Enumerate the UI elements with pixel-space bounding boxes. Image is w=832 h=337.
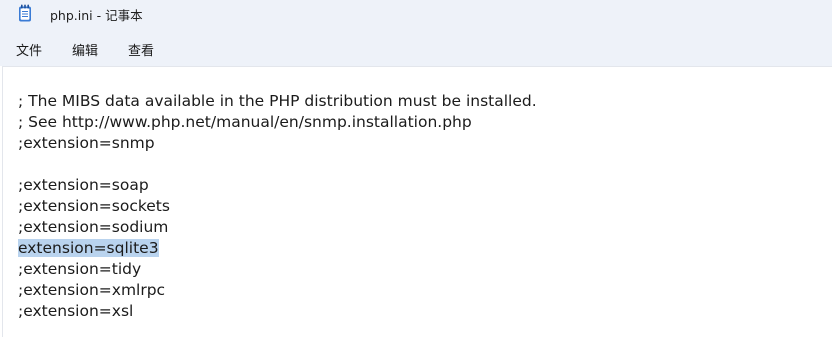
editor-line: ;extension=tidy — [18, 259, 537, 280]
menu-file[interactable]: 文件 — [16, 40, 42, 59]
line-text: ;extension=tidy — [18, 260, 142, 278]
menu-view[interactable]: 查看 — [128, 40, 154, 59]
line-text: ;extension=snmp — [18, 134, 155, 152]
editor-line — [18, 154, 537, 175]
menu-bar: 文件 编辑 查看 — [0, 28, 832, 66]
line-text: ;extension=sockets — [18, 197, 170, 215]
menu-edit[interactable]: 编辑 — [72, 40, 98, 59]
window-title: php.ini - 记事本 — [50, 8, 143, 23]
notepad-window: php.ini - 记事本 文件 编辑 查看 ; The MIBS data a… — [0, 0, 832, 337]
line-text: ; See http://www.php.net/manual/en/snmp.… — [18, 113, 472, 131]
line-text: ;extension=sodium — [18, 218, 169, 236]
editor-line: ;extension=xmlrpc — [18, 280, 537, 301]
editor-line: ;extension=soap — [18, 175, 537, 196]
editor-line: ;extension=xsl — [18, 301, 537, 322]
editor-line: ;extension=snmp — [18, 133, 537, 154]
line-text: ;extension=soap — [18, 176, 149, 194]
line-text: ;extension=xsl — [18, 302, 134, 320]
editor-lines: ; The MIBS data available in the PHP dis… — [18, 91, 537, 322]
editor-line: ;extension=sodium — [18, 217, 537, 238]
line-text: ;extension=xmlrpc — [18, 281, 166, 299]
line-text: ; The MIBS data available in the PHP dis… — [18, 92, 537, 110]
selected-text[interactable]: extension=sqlite3 — [18, 239, 159, 257]
notepad-icon — [18, 4, 32, 22]
editor-line: ;extension=sockets — [18, 196, 537, 217]
text-editor[interactable]: ; The MIBS data available in the PHP dis… — [2, 66, 832, 337]
editor-line-selected: extension=sqlite3 — [18, 238, 537, 259]
editor-line: ; The MIBS data available in the PHP dis… — [18, 91, 537, 112]
editor-line: ; See http://www.php.net/manual/en/snmp.… — [18, 112, 537, 133]
title-bar[interactable]: php.ini - 记事本 — [0, 0, 832, 28]
